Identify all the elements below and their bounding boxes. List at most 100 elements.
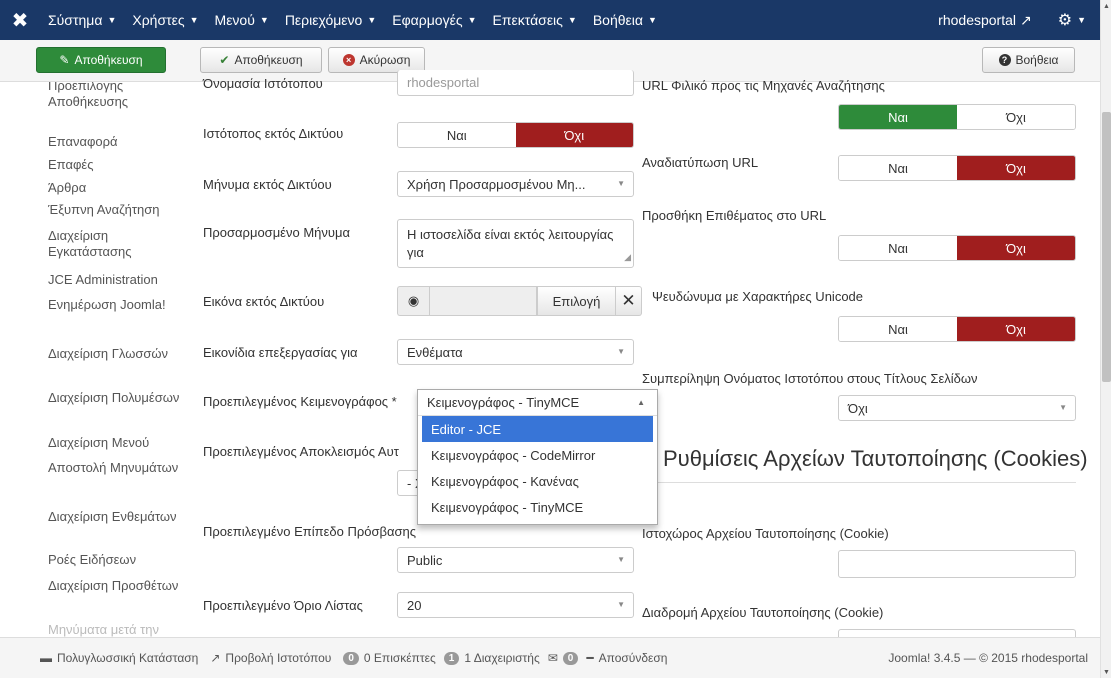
joomla-logo-icon[interactable]: ✖: [0, 0, 40, 40]
dropdown-selected[interactable]: Κειμενογράφος - TinyMCE ▲: [418, 390, 657, 416]
sidebar-item-plugins[interactable]: Διαχείριση Προσθέτων: [48, 578, 183, 594]
default-list-limit-label: Προεπιλεγμένο Όριο Λίστας: [203, 598, 363, 613]
select-image-button[interactable]: Επιλογή: [537, 286, 616, 316]
rewrite-no-option[interactable]: Όχι: [957, 156, 1075, 180]
dropdown-option-codemirror[interactable]: Κειμενογράφος - CodeMirror: [418, 442, 657, 468]
url-suffix-label: Προσθήκη Επιθέματος στο URL: [642, 208, 827, 223]
scroll-up-icon[interactable]: ▲: [1101, 0, 1111, 12]
offline-image-field: ◉ Επιλογή ✕: [397, 286, 642, 316]
sidebar-item-installer[interactable]: Διαχείριση Εγκατάστασης: [48, 228, 183, 260]
menu-content[interactable]: Περιεχόμενο ▼: [277, 0, 384, 40]
menu-system[interactable]: Σύστημα ▼: [40, 0, 124, 40]
button-label: Βοήθεια: [1015, 53, 1059, 67]
chevron-up-icon: ▲: [637, 398, 645, 407]
messages-badge: 0: [562, 651, 579, 665]
sidebar-item-media[interactable]: Διαχείριση Πολυμέσων: [48, 390, 183, 406]
menu-users[interactable]: Χρήστες ▼: [124, 0, 206, 40]
offline-image-label: Εικόνα εκτός Δικτύου: [203, 294, 325, 309]
sitename-titles-select[interactable]: Όχι ▼: [838, 395, 1076, 421]
url-rewrite-label: Αναδιατύπωση URL: [642, 155, 759, 170]
offline-yes-option[interactable]: Ναι: [398, 123, 516, 147]
cookie-domain-input[interactable]: [838, 550, 1076, 578]
default-captcha-label: Προεπιλεγμένος Αποκλεισμός Αυτ: [203, 444, 399, 459]
sidebar-item-jce[interactable]: JCE Administration: [48, 272, 183, 288]
default-list-limit-select[interactable]: 20 ▼: [397, 592, 634, 618]
scroll-down-icon[interactable]: ▼: [1101, 666, 1111, 678]
url-suffix-toggle: Ναι Όχι: [838, 235, 1076, 261]
sidebar-item-messaging[interactable]: Αποστολή Μηνυμάτων: [48, 460, 183, 476]
save-button[interactable]: ✔ Αποθήκευση: [200, 47, 322, 73]
textarea-value: Η ιστοσελίδα είναι εκτός λειτουργίας για: [407, 227, 614, 260]
sidebar-item-restore[interactable]: Επαναφορά: [48, 134, 183, 150]
unicode-no-option[interactable]: Όχι: [957, 317, 1075, 341]
sidebar-item-articles[interactable]: Άρθρα: [48, 180, 183, 196]
offline-label: Ιστότοπος εκτός Δικτύου: [203, 126, 344, 141]
help-button[interactable]: ? Βοήθεια: [982, 47, 1075, 73]
suffix-yes-option[interactable]: Ναι: [839, 236, 957, 260]
dropdown-option-jce[interactable]: Editor - JCE: [422, 416, 653, 442]
button-label: Αποθήκευση: [234, 53, 303, 67]
button-label: Ακύρωση: [359, 53, 411, 67]
scrollbar-thumb[interactable]: [1102, 112, 1111, 382]
sef-urls-label: URL Φιλικό προς τις Μηχανές Αναζήτησης: [642, 78, 885, 93]
menu-menus[interactable]: Μενού ▼: [207, 0, 277, 40]
caret-down-icon: ▼: [648, 15, 657, 25]
clear-image-icon[interactable]: ✕: [616, 286, 642, 316]
default-access-label: Προεπιλεγμένο Επίπεδο Πρόσβασης: [203, 524, 417, 539]
menu-extensions[interactable]: Επεκτάσεις ▼: [485, 0, 585, 40]
sidebar-item-menus[interactable]: Διαχείριση Μενού: [48, 435, 183, 451]
site-name-input[interactable]: rhodesportal: [397, 70, 634, 96]
menu-label: Βοήθεια: [592, 12, 643, 28]
dropdown-option-none[interactable]: Κειμενογράφος - Κανένας: [418, 468, 657, 494]
suffix-no-option[interactable]: Όχι: [957, 236, 1075, 260]
default-editor-dropdown[interactable]: Κειμενογράφος - TinyMCE ▲ Editor - JCE Κε…: [417, 389, 658, 525]
dropdown-option-tinymce[interactable]: Κειμενογράφος - TinyMCE: [418, 494, 657, 520]
offline-toggle: Ναι Όχι: [397, 122, 634, 148]
sidebar-item-default-save[interactable]: Προεπιλογής Αποθήκευσης: [48, 82, 183, 110]
site-link[interactable]: rhodesportal ↗: [926, 12, 1044, 29]
offline-no-option[interactable]: Όχι: [515, 123, 633, 147]
unicode-aliases-label: Ψευδώνυμα με Χαρακτήρες Unicode: [652, 289, 864, 304]
sef-no-option[interactable]: Όχι: [957, 105, 1075, 129]
custom-message-textarea[interactable]: Η ιστοσελίδα είναι εκτός λειτουργίας για…: [397, 219, 634, 268]
cookie-path-label: Διαδρομή Αρχείου Ταυτοποίησης (Cookie): [642, 605, 884, 620]
button-label: Αποθήκευση: [74, 53, 143, 67]
offline-message-select[interactable]: Χρήση Προσαρμοσμένου Μη... ▼: [397, 171, 634, 197]
user-settings-menu[interactable]: ⚙ ▼: [1044, 10, 1100, 30]
rewrite-yes-option[interactable]: Ναι: [839, 156, 957, 180]
sidebar-item-contacts[interactable]: Επαφές: [48, 157, 183, 173]
caret-down-icon: ▼: [1077, 15, 1086, 25]
logout-link[interactable]: ━ Αποσύνδεση: [586, 651, 667, 665]
cookie-path-input[interactable]: [838, 629, 1076, 637]
main-menu: Σύστημα ▼ Χρήστες ▼ Μενού ▼ Περιεχόμενο ▼ Εφ…: [40, 0, 665, 40]
view-site-link[interactable]: ↗ Προβολή Ιστοτόπου: [210, 651, 331, 665]
default-access-select[interactable]: Public ▼: [397, 547, 634, 573]
sidebar-item-post-install[interactable]: Μηνύματα μετά την: [48, 622, 183, 637]
select-value: Χρήση Προσαρμοσμένου Μη...: [407, 176, 586, 192]
caret-down-icon: ▼: [259, 15, 269, 25]
messages-status[interactable]: ✉ 0: [548, 651, 579, 665]
visitors-status[interactable]: 0 0 Επισκέπτες: [343, 651, 436, 665]
menu-components[interactable]: Εφαρμογές ▼: [384, 0, 484, 40]
eye-icon[interactable]: ◉: [397, 286, 429, 316]
sidebar-item-newsfeeds[interactable]: Ροές Ειδήσεων: [48, 552, 183, 568]
sidebar-item-modules[interactable]: Διαχείριση Ενθεμάτων: [48, 509, 183, 525]
unicode-yes-option[interactable]: Ναι: [839, 317, 957, 341]
edit-icons-select[interactable]: Ενθέματα ▼: [397, 339, 634, 365]
sef-yes-option[interactable]: Ναι: [839, 105, 957, 129]
save-primary-button[interactable]: ✎ Αποθήκευση: [36, 47, 166, 73]
multilang-status[interactable]: ▬ Πολυγλωσσική Κατάσταση: [40, 651, 198, 665]
envelope-icon: ✉: [547, 651, 558, 665]
caret-down-icon: ▼: [107, 15, 117, 25]
menu-label: Μενού: [214, 12, 255, 28]
page-scrollbar[interactable]: ▲ ▼: [1100, 0, 1111, 678]
admins-badge: 1: [443, 651, 460, 665]
button-label: Επιλογή: [552, 293, 601, 309]
sidebar-item-joomla-update[interactable]: Ενημέρωση Joomla!: [48, 297, 183, 313]
menu-help[interactable]: Βοήθεια ▼: [585, 0, 665, 40]
chevron-down-icon: ▼: [617, 347, 625, 356]
sidebar-item-smart-search[interactable]: Έξυπνη Αναζήτηση: [48, 202, 183, 218]
admins-status[interactable]: 1 1 Διαχειριστής: [443, 651, 540, 665]
sidebar-item-languages[interactable]: Διαχείριση Γλωσσών: [48, 346, 183, 362]
sidebar: Προεπιλογής Αποθήκευσης Επαναφορά Επαφές…: [0, 82, 185, 637]
